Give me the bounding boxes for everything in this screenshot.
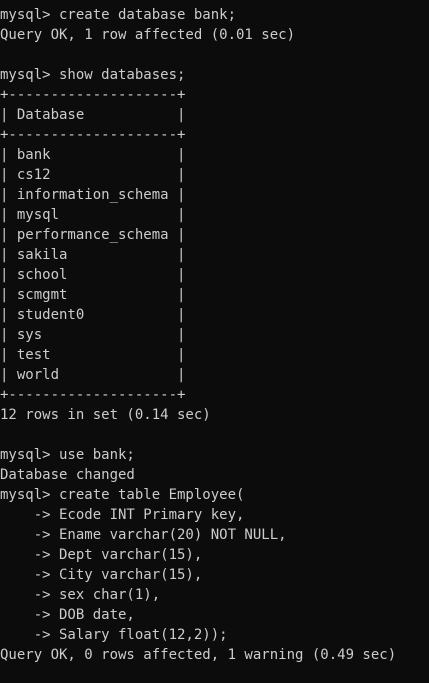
terminal-line: -> Ecode INT Primary key, (0, 507, 245, 523)
terminal-line: -> City varchar(15), (0, 567, 203, 583)
terminal-line: -> Ename varchar(20) NOT NULL, (0, 527, 287, 543)
terminal-line: +--------------------+ (0, 127, 186, 143)
terminal-line: -> Dept varchar(15), (0, 547, 203, 563)
terminal-line: +--------------------+ (0, 87, 186, 103)
terminal-line: 12 rows in set (0.14 sec) (0, 407, 211, 423)
terminal-line: mysql> create table Employee( (0, 487, 245, 503)
terminal-line: Query OK, 0 rows affected, 1 warning (0.… (0, 647, 397, 663)
terminal-line: | performance_schema | (0, 227, 186, 243)
terminal-line: | world | (0, 367, 186, 383)
terminal-line: | sys | (0, 327, 186, 343)
terminal-line: | mysql | (0, 207, 186, 223)
terminal-line: | Database | (0, 107, 186, 123)
terminal-line: mysql> create database bank; (0, 7, 237, 23)
terminal-line: -> DOB date, (0, 607, 135, 623)
terminal-output[interactable]: mysql> create database bank; Query OK, 1… (0, 0, 429, 683)
terminal-line: | test | (0, 347, 186, 363)
terminal-line: | student0 | (0, 307, 186, 323)
terminal-line: | school | (0, 267, 186, 283)
terminal-line: -> Salary float(12,2)); (0, 627, 228, 643)
terminal-line: +--------------------+ (0, 387, 186, 403)
terminal-line: | cs12 | (0, 167, 186, 183)
terminal-line: | scmgmt | (0, 287, 186, 303)
terminal-line: Database changed (0, 467, 135, 483)
terminal-line: mysql> show databases; (0, 67, 186, 83)
terminal-line: Query OK, 1 row affected (0.01 sec) (0, 27, 296, 43)
terminal-line: | sakila | (0, 247, 186, 263)
terminal-line: | bank | (0, 147, 186, 163)
terminal-line: | information_schema | (0, 187, 186, 203)
terminal-line: mysql> use bank; (0, 447, 135, 463)
terminal-line: -> sex char(1), (0, 587, 161, 603)
